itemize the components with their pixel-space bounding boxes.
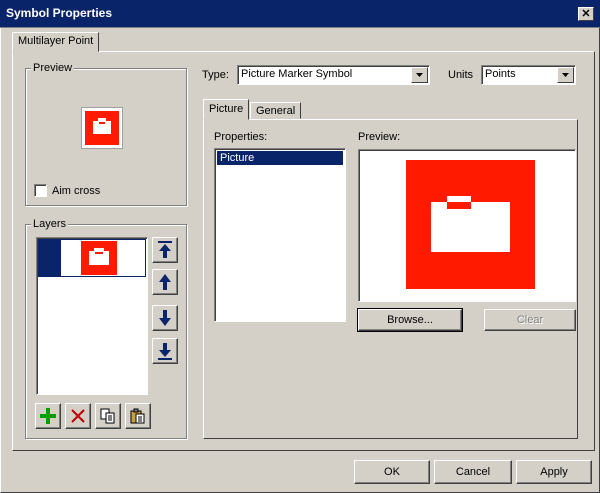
ok-button-label: OK: [384, 466, 400, 478]
delete-layer-button[interactable]: [65, 403, 91, 429]
tab-label: Picture: [209, 103, 244, 115]
layer-item[interactable]: [38, 239, 146, 277]
tab-picture[interactable]: Picture: [203, 99, 250, 120]
apply-button-label: Apply: [540, 466, 568, 478]
list-item[interactable]: Picture: [217, 151, 343, 165]
title-bar: Symbol Properties ✕: [0, 0, 600, 28]
clear-button[interactable]: Clear: [484, 309, 576, 331]
window-title: Symbol Properties: [6, 6, 113, 20]
move-top-button[interactable]: [152, 237, 178, 263]
chevron-down-icon: [411, 67, 428, 83]
move-up-icon: [159, 274, 171, 290]
move-up-button[interactable]: [152, 269, 178, 295]
tab-label: Multilayer Point: [18, 35, 94, 47]
preview-symbol: [81, 107, 123, 149]
copy-layer-button[interactable]: [95, 403, 121, 429]
preview-group-label: Preview: [31, 62, 75, 74]
delete-icon: [71, 409, 85, 423]
move-bottom-icon: [158, 343, 172, 360]
units-value: Points: [485, 68, 516, 80]
type-dropdown[interactable]: Picture Marker Symbol: [237, 65, 430, 85]
move-down-icon: [159, 310, 171, 326]
browse-button-label: Browse...: [387, 314, 433, 326]
units-label: Units: [448, 69, 474, 81]
aim-cross-label: Aim cross: [52, 185, 101, 197]
aim-cross-checkbox[interactable]: [34, 184, 47, 197]
briefcase-icon: [406, 160, 535, 289]
cancel-button-label: Cancel: [455, 466, 491, 478]
close-icon: ✕: [581, 7, 591, 20]
type-label: Type:: [202, 69, 229, 81]
move-down-button[interactable]: [152, 305, 178, 331]
tab-general[interactable]: General: [250, 102, 302, 119]
type-value: Picture Marker Symbol: [241, 68, 353, 80]
chevron-down-icon: [557, 67, 574, 83]
add-icon: [40, 408, 56, 424]
briefcase-icon: [85, 111, 119, 145]
paste-layer-button[interactable]: [125, 403, 151, 429]
browse-button[interactable]: Browse...: [357, 308, 463, 332]
right-preview-label: Preview:: [358, 131, 401, 143]
move-bottom-button[interactable]: [152, 338, 178, 364]
close-button[interactable]: ✕: [578, 7, 594, 21]
layers-group-label: Layers: [31, 218, 69, 230]
briefcase-icon: [81, 241, 117, 275]
properties-list[interactable]: Picture: [214, 148, 346, 322]
tab-multilayer-point[interactable]: Multilayer Point: [12, 32, 100, 52]
move-top-icon: [158, 241, 172, 258]
properties-label: Properties:: [214, 131, 268, 143]
tab-label: General: [256, 105, 296, 117]
list-item-label: Picture: [220, 152, 255, 164]
cancel-button[interactable]: Cancel: [434, 460, 512, 484]
copy-icon: [100, 408, 115, 424]
clear-button-label: Clear: [516, 314, 544, 326]
paste-icon: [130, 408, 145, 424]
layer-selection-marker: [39, 240, 61, 276]
ok-button[interactable]: OK: [354, 460, 430, 484]
add-layer-button[interactable]: [35, 403, 61, 429]
layers-list[interactable]: [36, 237, 148, 395]
units-dropdown[interactable]: Points: [481, 65, 576, 85]
apply-button[interactable]: Apply: [516, 460, 592, 484]
picture-preview: [358, 149, 576, 302]
